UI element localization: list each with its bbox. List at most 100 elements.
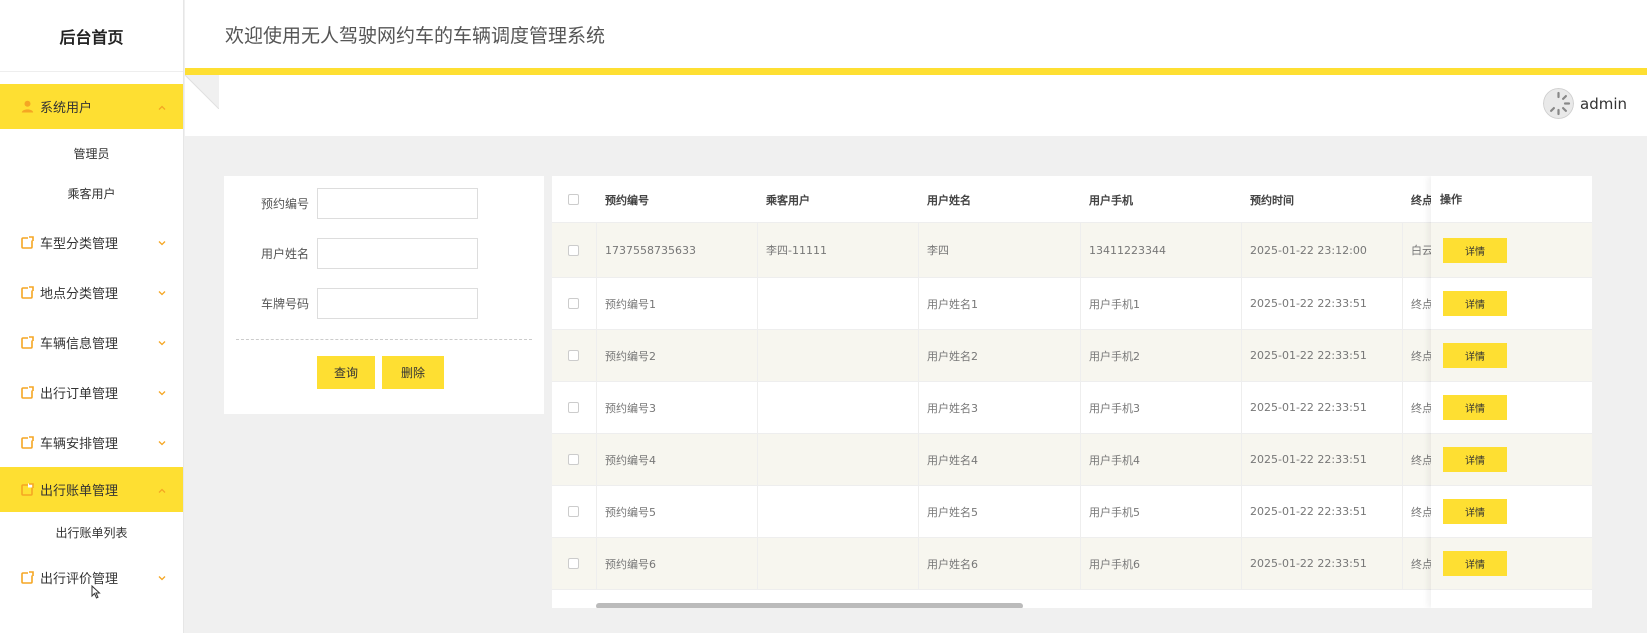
row-checkbox[interactable] [568,244,579,256]
column-divider [918,223,919,277]
plate-no-input[interactable] [317,288,478,319]
passenger-cell [757,382,918,433]
row-checkbox[interactable] [568,402,579,413]
detail-button[interactable]: 详情 [1443,291,1507,316]
user-name-cell: 用户姓名4 [927,453,978,467]
detail-button[interactable]: 详情 [1443,551,1507,576]
data-table: 预约编号 乘客用户 用户姓名 用户手机 预约时间 终点 173755873563… [552,176,1592,608]
row-select-cell[interactable] [559,330,596,381]
reservation-no-label: 预约编号 [260,197,309,211]
user-name-cell: 用户姓名5 [927,505,978,519]
select-all-checkbox[interactable] [568,194,579,205]
user-info[interactable]: admin [1543,88,1627,119]
sidebar-item-0[interactable]: 系统用户 [0,84,183,129]
column-divider [1080,330,1081,381]
sidebar: 后台首页 系统用户 管理员 乘客用户 车型分类管理地点分类管理 车辆信息管理 出行订单管理… [0,0,184,633]
header-accent-line [185,68,1647,75]
column-divider [1080,538,1081,589]
time-cell: 2025-01-22 22:33:51 [1250,297,1367,310]
time-cell: 2025-01-22 22:33:51 [1250,401,1367,414]
user-name-cell: 用户姓名1 [927,297,978,311]
sidebar-item-1[interactable]: 车型分类管理 [0,217,183,267]
sidebar-item-6[interactable]: 出行账单管理 [0,467,183,512]
user-icon [20,100,34,114]
row-select-cell[interactable] [559,538,596,589]
sidebar-subitem[interactable]: 出行账单列表 [0,512,183,552]
folder-icon [20,285,34,299]
detail-button[interactable]: 详情 [1443,237,1507,263]
sidebar-item-label: 出行账单管理 [40,484,119,499]
sidebar-item-label: 车辆安排管理 [40,436,119,452]
sidebar-item-label: 车辆信息管理 [40,336,119,352]
sidebar-subitem[interactable]: 管理员 [0,133,183,173]
passenger-cell [757,434,918,485]
query-button[interactable]: 查询 [317,356,375,389]
sidebar-item-5[interactable]: 车辆安排管理 [0,417,183,467]
reservation-no-cell: 预约编号3 [605,401,656,415]
horizontal-scrollbar[interactable] [596,603,1023,608]
detail-button[interactable]: 详情 [1443,499,1507,524]
column-divider [757,382,758,433]
user-name-cell: 用户姓名2 [927,349,978,363]
detail-button[interactable]: 详情 [1443,343,1507,368]
sidebar-item-label: 出行订单管理 [40,386,119,402]
operation-cell: 详情 [1431,434,1592,486]
row-select-cell[interactable] [559,382,596,433]
reservation-no-cell: 预约编号2 [605,349,656,363]
fold-corner-icon[interactable] [185,75,219,109]
column-divider [596,382,597,433]
folder-icon [20,570,34,584]
detail-button[interactable]: 详情 [1443,447,1507,472]
sidebar-item-3[interactable]: 车辆信息管理 [0,317,183,367]
chevron-down-icon [157,337,167,347]
row-select-cell[interactable] [559,223,596,277]
row-select-cell[interactable] [559,434,596,485]
column-divider [757,434,758,485]
search-row-plate-no: 车牌号码 [224,288,478,319]
form-divider [236,339,532,340]
delete-button[interactable]: 删除 [382,356,444,389]
column-divider [1080,223,1081,277]
col-header-time[interactable]: 预约时间 [1241,176,1402,223]
sidebar-item-label: 地点分类管理 [40,286,119,302]
brand-title[interactable]: 后台首页 [0,0,183,72]
column-divider [1402,538,1403,589]
folder-icon [20,435,34,449]
col-header-phone[interactable]: 用户手机 [1080,176,1241,223]
chevron-down-icon [157,387,167,397]
col-header-user-name[interactable]: 用户姓名 [918,176,1080,223]
reservation-no-cell: 预约编号1 [605,297,656,311]
row-select-cell[interactable] [559,486,596,537]
row-checkbox[interactable] [568,350,579,361]
user-name-input[interactable] [317,238,478,269]
row-checkbox[interactable] [568,298,579,309]
user-name-cell: 用户姓名3 [927,401,978,415]
chevron-down-icon [157,287,167,297]
detail-button[interactable]: 详情 [1443,395,1507,420]
passenger-cell [757,278,918,329]
select-all-cell[interactable] [559,176,596,223]
row-checkbox[interactable] [568,558,579,569]
row-checkbox[interactable] [568,454,579,465]
system-title: 欢迎使用无人驾驶网约车的车辆调度管理系统 [225,24,606,47]
time-cell: 2025-01-22 23:12:00 [1250,243,1367,257]
sidebar-subitem[interactable]: 乘客用户 [0,173,183,213]
folder-icon [20,235,34,249]
operation-cell: 详情 [1431,382,1592,434]
user-name-cell: 李四 [927,244,949,257]
row-checkbox[interactable] [568,506,579,517]
col-header-passenger[interactable]: 乘客用户 [757,176,918,223]
phone-cell: 用户手机5 [1089,505,1140,519]
col-header-reservation-no[interactable]: 预约编号 [596,176,757,223]
search-row-user-name: 用户姓名 [224,238,478,269]
row-select-cell[interactable] [559,278,596,329]
column-divider [1402,330,1403,381]
sidebar-item-2[interactable]: 地点分类管理 [0,267,183,317]
column-divider [1080,434,1081,485]
phone-cell: 13411223344 [1089,243,1166,257]
operation-column: 操作 详情 详情 详情 详情 详情 详情 详情 [1431,176,1592,608]
column-divider [1402,223,1403,277]
reservation-no-cell: 预约编号4 [605,453,656,467]
reservation-no-input[interactable] [317,188,478,219]
sidebar-item-4[interactable]: 出行订单管理 [0,367,183,417]
